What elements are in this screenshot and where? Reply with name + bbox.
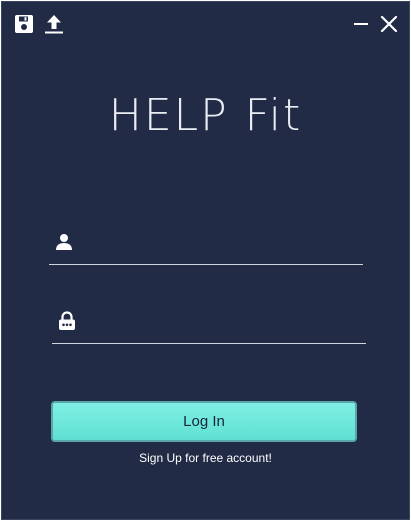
login-button[interactable]: Log In [51,401,357,442]
signup-link[interactable]: Sign Up for free account! [2,451,409,465]
username-input[interactable] [83,230,359,260]
lock-icon [57,311,77,331]
minimize-icon[interactable] [350,13,372,35]
username-field-container [49,228,363,265]
password-input[interactable] [86,309,362,339]
password-field-container [52,307,366,344]
login-window: HELP Fit Log In Sign Up for free account… [1,1,410,520]
close-icon[interactable] [378,13,400,35]
user-icon [54,232,74,252]
upload-icon[interactable] [43,13,65,35]
floppy-disk-icon[interactable] [13,13,35,35]
app-title: HELP Fit [108,90,303,141]
